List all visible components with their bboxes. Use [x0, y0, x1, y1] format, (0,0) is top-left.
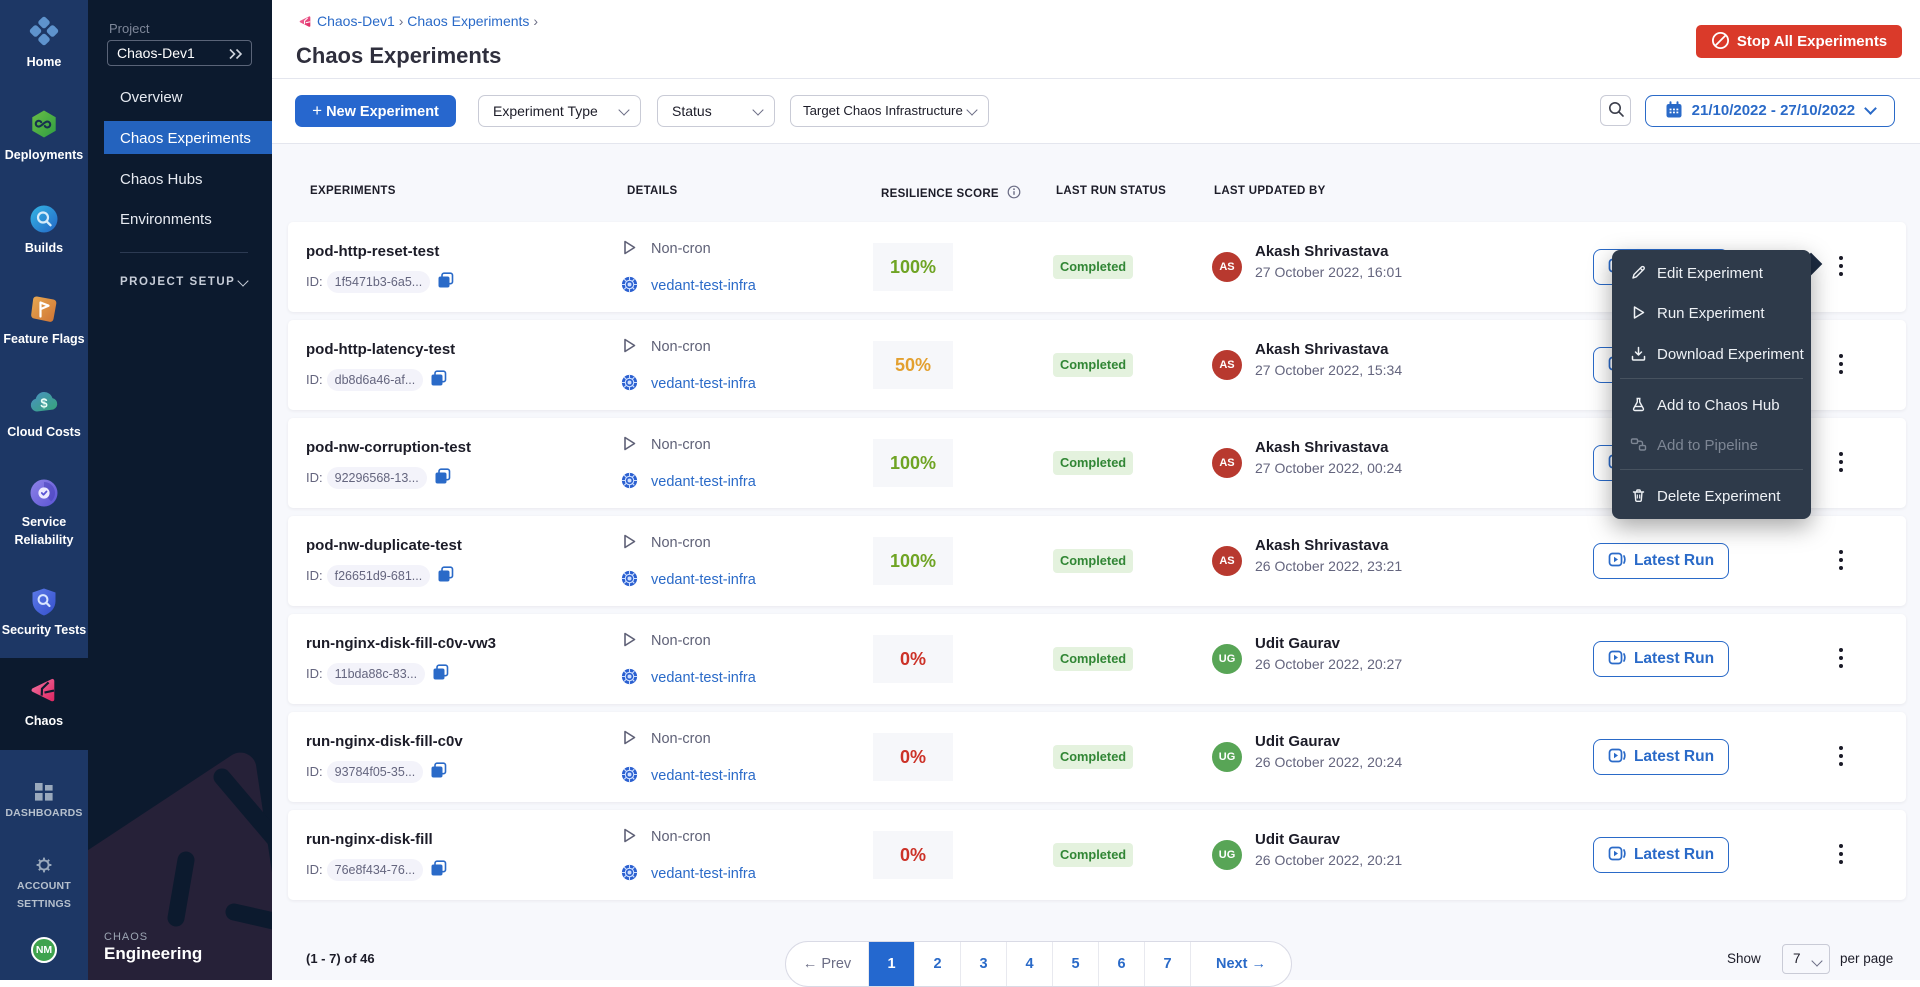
- svg-text:$: $: [40, 396, 48, 411]
